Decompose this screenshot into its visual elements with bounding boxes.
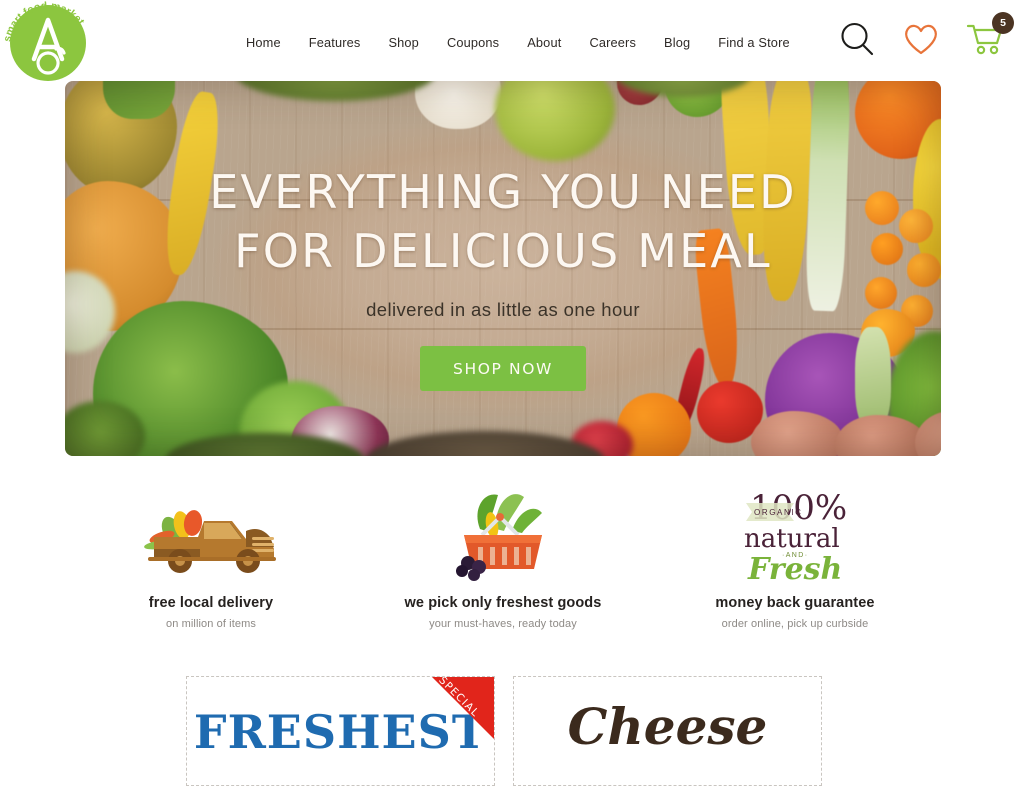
- coupon-card-title: Cheese: [567, 697, 768, 756]
- svg-text:ORGANIC: ORGANIC: [754, 508, 803, 517]
- nav-item-shop[interactable]: Shop: [374, 32, 433, 53]
- hero-title-line-1: EVERYTHING YOU NEED: [209, 165, 797, 219]
- coupon-cards-section: FRESHEST SPECIAL Cheese: [186, 676, 822, 786]
- feature-freshest-goods: we pick only freshest goods your must-ha…: [357, 485, 649, 630]
- nav-item-coupons[interactable]: Coupons: [433, 32, 513, 53]
- features-section: free local delivery on million of items: [65, 485, 941, 630]
- nav-item-blog[interactable]: Blog: [650, 32, 704, 53]
- shop-now-button[interactable]: SHOP NOW: [420, 345, 586, 391]
- svg-text:Fresh: Fresh: [747, 552, 842, 585]
- search-button[interactable]: [838, 20, 876, 58]
- coupon-card-cheese[interactable]: Cheese: [513, 676, 822, 786]
- hero-banner: EVERYTHING YOU NEED FOR DELICIOUS MEAL d…: [65, 81, 941, 456]
- coupon-card-freshest[interactable]: FRESHEST SPECIAL: [186, 676, 495, 786]
- site-header: smart food market Home Features Shop Cou…: [0, 0, 1024, 81]
- nav-item-home[interactable]: Home: [232, 32, 295, 53]
- nav-item-about[interactable]: About: [513, 32, 575, 53]
- organic-natural-fresh-badge-icon: 100% ORGANIC natural ·AND· Fresh: [649, 485, 941, 585]
- feature-subtitle: your must-haves, ready today: [429, 618, 577, 630]
- search-icon: [841, 22, 874, 56]
- delivery-truck-icon: [65, 485, 357, 585]
- nav-item-find-a-store[interactable]: Find a Store: [704, 32, 804, 53]
- feature-title: we pick only freshest goods: [404, 595, 602, 611]
- svg-text:natural: natural: [744, 524, 840, 554]
- hero-subtitle: delivered in as little as one hour: [366, 298, 640, 320]
- feature-subtitle: on million of items: [166, 618, 256, 630]
- feature-title: money back guarantee: [715, 595, 875, 611]
- feature-money-back-guarantee: 100% ORGANIC natural ·AND· Fresh money b…: [649, 485, 941, 630]
- shopping-basket-icon: [357, 485, 649, 585]
- nav-item-features[interactable]: Features: [295, 32, 375, 53]
- feature-title: free local delivery: [148, 595, 274, 611]
- nav-item-careers[interactable]: Careers: [575, 32, 650, 53]
- header-icon-group: 5: [838, 12, 1014, 58]
- hero-title: EVERYTHING YOU NEED FOR DELICIOUS MEAL: [65, 163, 941, 281]
- hero-content: EVERYTHING YOU NEED FOR DELICIOUS MEAL d…: [65, 163, 941, 391]
- hero-title-line-2: FOR DELICIOUS MEAL: [234, 223, 772, 278]
- cart-count-badge: 5: [992, 12, 1014, 34]
- heart-icon: [905, 24, 937, 55]
- cart-button[interactable]: 5: [966, 12, 1014, 57]
- feature-free-local-delivery: free local delivery on million of items: [65, 485, 357, 630]
- main-navigation: Home Features Shop Coupons About Careers…: [232, 32, 804, 53]
- wishlist-button[interactable]: [902, 21, 940, 57]
- site-logo[interactable]: smart food market: [0, 0, 96, 85]
- feature-subtitle: order online, pick up curbside: [721, 618, 869, 630]
